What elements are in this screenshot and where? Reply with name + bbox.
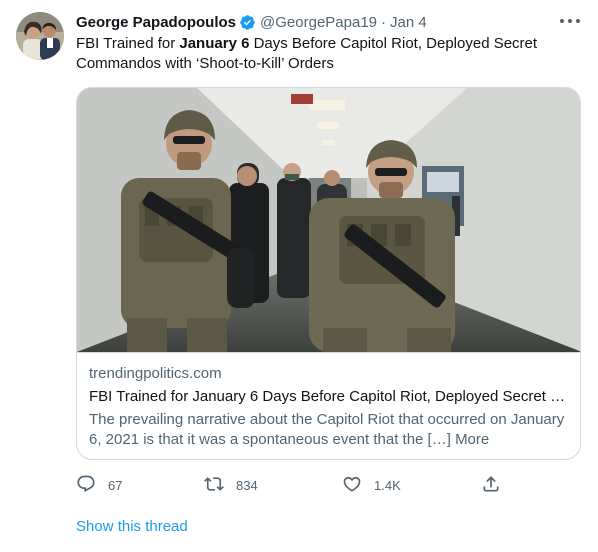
retweet-button[interactable]: 834	[204, 470, 258, 500]
card-body: trendingpolitics.com FBI Trained for Jan…	[89, 364, 567, 450]
tweet-text-part1: FBI Trained for	[76, 35, 180, 52]
retweet-count: 834	[236, 477, 258, 493]
retweet-icon	[204, 474, 224, 497]
card-title: FBI Trained for January 6 Days Before Ca…	[89, 388, 567, 405]
tweet-header: George Papadopoulos @GeorgePapa19 · Jan …	[76, 12, 582, 32]
show-thread-link[interactable]: Show this thread	[76, 518, 188, 535]
reply-icon	[76, 474, 96, 497]
like-icon	[342, 474, 362, 497]
like-button[interactable]: 1.4K	[342, 470, 401, 500]
link-card[interactable]: trendingpolitics.com FBI Trained for Jan…	[76, 87, 581, 460]
author-name[interactable]: George Papadopoulos	[76, 14, 236, 31]
tweet-actions: 67 834 1.4K	[76, 470, 506, 500]
verified-badge-icon	[239, 14, 256, 31]
share-icon	[481, 474, 501, 497]
author-handle[interactable]: @GeorgePapa19	[260, 14, 377, 31]
share-button[interactable]	[481, 470, 501, 500]
card-domain: trendingpolitics.com	[89, 365, 222, 382]
separator-dot: ·	[381, 13, 387, 31]
tweet[interactable]: George Papadopoulos @GeorgePapa19 · Jan …	[0, 0, 598, 552]
reply-count: 67	[108, 477, 123, 493]
avatar[interactable]	[16, 12, 64, 60]
tweet-time[interactable]: Jan 4	[390, 14, 427, 31]
tweet-text: FBI Trained for January 6 Days Before Ca…	[76, 34, 556, 74]
tweet-text-bold: January 6	[179, 35, 250, 52]
card-description: The prevailing narrative about the Capit…	[89, 411, 565, 448]
reply-button[interactable]: 67	[76, 470, 122, 500]
avatar-photo	[16, 12, 64, 60]
like-count: 1.4K	[374, 477, 401, 493]
more-options-icon[interactable]	[560, 14, 580, 28]
card-image	[77, 88, 580, 353]
